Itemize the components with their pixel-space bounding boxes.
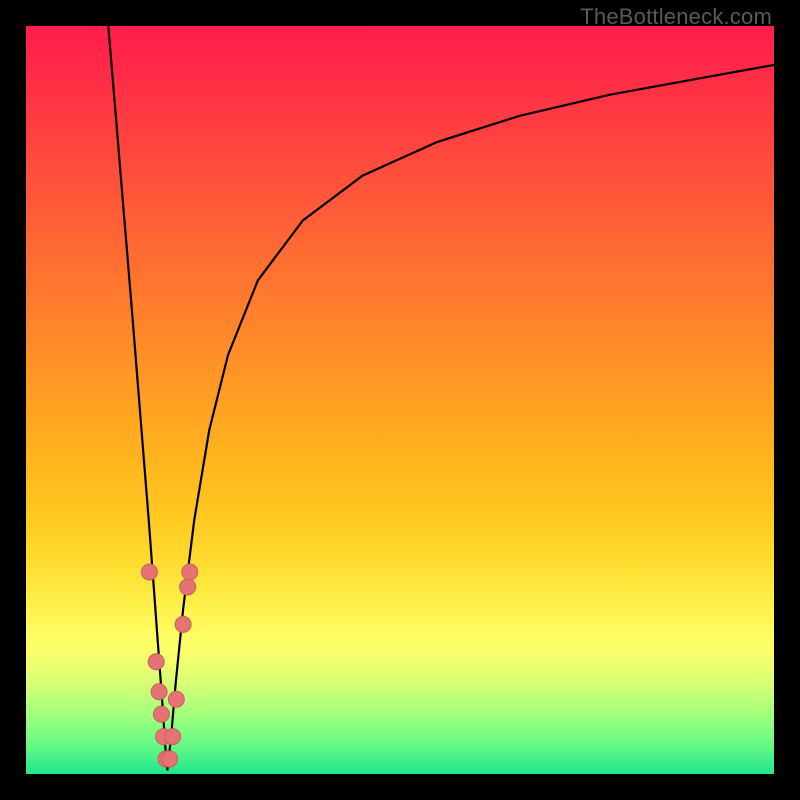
curve-marker bbox=[151, 684, 167, 700]
curve-marker bbox=[182, 564, 198, 580]
curve-marker bbox=[141, 564, 157, 580]
watermark-text: TheBottleneck.com bbox=[580, 4, 772, 30]
plot-area bbox=[26, 26, 774, 774]
curve-marker bbox=[180, 579, 196, 595]
curve-right-branch bbox=[167, 65, 774, 770]
curve-marker bbox=[148, 654, 164, 670]
curve-marker bbox=[175, 616, 191, 632]
bottleneck-curve-svg bbox=[26, 26, 774, 774]
curve-markers bbox=[141, 564, 197, 767]
curve-marker bbox=[153, 706, 169, 722]
curve-marker bbox=[162, 751, 178, 767]
curve-marker bbox=[165, 729, 181, 745]
chart-frame: TheBottleneck.com bbox=[0, 0, 800, 800]
curve-marker bbox=[168, 691, 184, 707]
